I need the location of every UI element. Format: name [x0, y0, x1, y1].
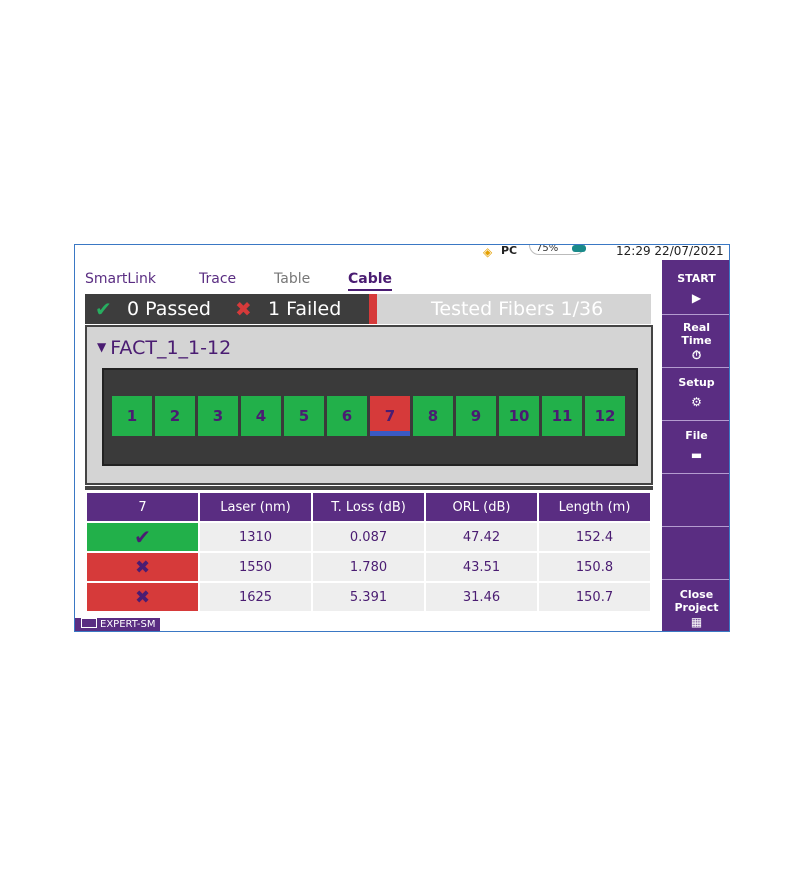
- real-time-label: Real Time: [681, 321, 712, 347]
- cell-length: 150.8: [539, 551, 650, 581]
- cross-icon: ✖: [235, 297, 252, 321]
- start-label: START: [677, 272, 716, 285]
- fiber-label: 2: [169, 407, 181, 425]
- fiber-label: 11: [551, 407, 573, 425]
- battery-level: 75%: [536, 244, 559, 254]
- fiber-4[interactable]: 4: [241, 396, 281, 436]
- panel-divider: [85, 486, 653, 490]
- fail-cross-icon: ✖: [87, 581, 198, 611]
- col-loss: T. Loss (dB): [313, 493, 424, 521]
- cell-laser: 1625: [200, 581, 311, 611]
- pass-check-icon: ✔: [87, 521, 198, 551]
- tested-fibers: Tested Fibers 1/36: [377, 294, 651, 324]
- fiber-label: 12: [594, 407, 616, 425]
- table-row[interactable]: ✖ 1625 5.391 31.46 150.7: [87, 581, 650, 611]
- fiber-11[interactable]: 11: [542, 396, 582, 436]
- file-label: File: [685, 429, 708, 442]
- grid-icon: ▦: [690, 615, 703, 629]
- mode-label: EXPERT-SM: [100, 619, 156, 630]
- wifi-icon: ◈: [483, 245, 493, 259]
- clock-time: 12:29: [616, 244, 651, 258]
- results-header-row: 7 Laser (nm) T. Loss (dB) ORL (dB) Lengt…: [87, 493, 650, 521]
- gear-icon: ⚙: [691, 395, 702, 409]
- battery-indicator: 75%: [529, 244, 586, 255]
- cell-orl: 47.42: [426, 521, 537, 551]
- fiber-label: 5: [298, 407, 310, 425]
- tab-table[interactable]: Table: [274, 269, 310, 289]
- empty-softkey-2[interactable]: [662, 527, 729, 580]
- fiber-label: 1: [126, 407, 138, 425]
- triangle-down-icon: ▼: [97, 340, 107, 354]
- fiber-5[interactable]: 5: [284, 396, 324, 436]
- cable-name-toggle[interactable]: ▼ FACT_1_1-12: [97, 335, 231, 360]
- status-bar: ◈ PC 75% 12:29 22/07/2021: [75, 244, 724, 259]
- fiber-8[interactable]: 8: [413, 396, 453, 436]
- col-laser: Laser (nm): [200, 493, 311, 521]
- fiber-map: 1 2 3 4 5 6 7 8 9 10 11 12: [102, 368, 638, 466]
- fiber-1[interactable]: 1: [112, 396, 152, 436]
- close-project-label: Close Project: [674, 588, 719, 614]
- fiber-6[interactable]: 6: [327, 396, 367, 436]
- play-icon: ▶: [691, 291, 702, 305]
- results-table: 7 Laser (nm) T. Loss (dB) ORL (dB) Lengt…: [85, 493, 652, 611]
- pc-plug-icon: PC: [501, 244, 518, 257]
- mode-badge: EXPERT-SM: [75, 618, 160, 631]
- passed-count: 0 Passed: [127, 298, 211, 320]
- fail-cross-icon: ✖: [87, 551, 198, 581]
- fiber-label: 6: [341, 407, 353, 425]
- clock: 12:29 22/07/2021: [616, 244, 724, 258]
- fiber-label: 8: [427, 407, 439, 425]
- clock-date: 22/07/2021: [654, 244, 724, 258]
- fiber-mode-icon: [81, 618, 97, 628]
- cable-panel: ▼ FACT_1_1-12 1 2 3 4 5 6 7 8 9 10 11 12: [85, 325, 653, 485]
- setup-button[interactable]: Setup ⚙: [662, 368, 729, 421]
- start-button[interactable]: START ▶: [662, 260, 729, 315]
- cell-length: 150.7: [539, 581, 650, 611]
- failed-count: 1 Failed: [268, 298, 342, 320]
- tab-cable[interactable]: Cable: [348, 269, 393, 291]
- test-summary-bar: ✔ 0 Passed ✖ 1 Failed Tested Fibers 1/36: [85, 294, 651, 324]
- view-tabs: SmartLink Trace Table Cable: [75, 269, 662, 291]
- function-sidebar: START ▶ Real Time ⏱ Setup ⚙ File ▬ Close…: [662, 260, 729, 631]
- fiber-3[interactable]: 3: [198, 396, 238, 436]
- col-length: Length (m): [539, 493, 650, 521]
- fiber-7[interactable]: 7: [370, 396, 410, 436]
- check-icon: ✔: [95, 297, 112, 321]
- table-row[interactable]: ✔ 1310 0.087 47.42 152.4: [87, 521, 650, 551]
- otdr-screen: ◈ PC 75% 12:29 22/07/2021 SmartLink Trac…: [74, 244, 730, 632]
- cable-name: FACT_1_1-12: [110, 337, 232, 359]
- fail-indicator-bar: [369, 294, 377, 324]
- tab-smartlink[interactable]: SmartLink: [85, 269, 156, 289]
- fiber-label: 9: [470, 407, 482, 425]
- col-fiber: 7: [87, 493, 198, 521]
- fiber-label: 4: [255, 407, 267, 425]
- battery-icon: [572, 245, 586, 252]
- fiber-2[interactable]: 2: [155, 396, 195, 436]
- real-time-button[interactable]: Real Time ⏱: [662, 315, 729, 368]
- cell-orl: 43.51: [426, 551, 537, 581]
- fiber-10[interactable]: 10: [499, 396, 539, 436]
- file-button[interactable]: File ▬: [662, 421, 729, 474]
- table-row[interactable]: ✖ 1550 1.780 43.51 150.8: [87, 551, 650, 581]
- cell-loss: 0.087: [313, 521, 424, 551]
- cell-laser: 1310: [200, 521, 311, 551]
- setup-label: Setup: [678, 376, 715, 389]
- fiber-label: 3: [212, 407, 224, 425]
- close-project-button[interactable]: Close Project ▦: [662, 580, 729, 631]
- cell-loss: 5.391: [313, 581, 424, 611]
- tab-trace[interactable]: Trace: [199, 269, 236, 289]
- cell-orl: 31.46: [426, 581, 537, 611]
- col-orl: ORL (dB): [426, 493, 537, 521]
- fiber-label: 10: [508, 407, 530, 425]
- cell-length: 152.4: [539, 521, 650, 551]
- stopwatch-icon: ⏱: [691, 348, 702, 362]
- folder-icon: ▬: [690, 448, 703, 462]
- cell-loss: 1.780: [313, 551, 424, 581]
- empty-softkey-1[interactable]: [662, 474, 729, 527]
- selected-fiber-marker: [370, 431, 410, 436]
- fiber-12[interactable]: 12: [585, 396, 625, 436]
- fiber-9[interactable]: 9: [456, 396, 496, 436]
- fiber-label: 7: [384, 407, 396, 425]
- cell-laser: 1550: [200, 551, 311, 581]
